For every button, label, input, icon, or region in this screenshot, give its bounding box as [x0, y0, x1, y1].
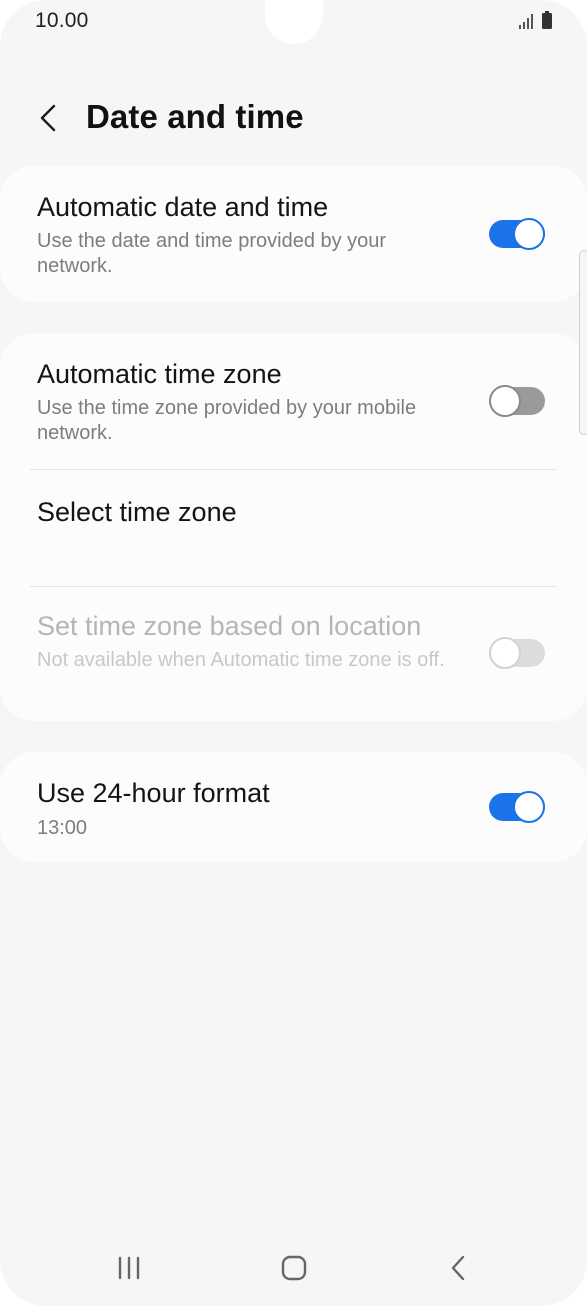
- nav-back-button[interactable]: [439, 1250, 479, 1286]
- location-time-zone-toggle: [489, 637, 545, 669]
- automatic-date-time-subtitle: Use the date and time provided by your n…: [37, 230, 387, 277]
- battery-icon: [542, 11, 552, 29]
- use-24-hour-toggle[interactable]: [489, 791, 545, 823]
- recent-apps-button[interactable]: [109, 1250, 149, 1286]
- use-24-hour-subtitle: 13:00: [37, 817, 88, 839]
- status-time: 10.00: [35, 9, 89, 32]
- back-button[interactable]: [28, 98, 68, 138]
- automatic-time-zone-toggle[interactable]: [489, 385, 545, 417]
- toggle-knob: [489, 637, 521, 669]
- toggle-knob: [513, 218, 545, 250]
- location-time-zone-subtitle: Not available when Automatic time zone i…: [37, 649, 445, 671]
- recent-apps-icon: [118, 1256, 140, 1280]
- back-icon: [451, 1255, 465, 1281]
- automatic-date-time-row[interactable]: Automatic date and time Use the date and…: [0, 166, 587, 302]
- home-button[interactable]: [274, 1250, 314, 1286]
- automatic-date-time-toggle[interactable]: [489, 218, 545, 250]
- status-bar: 10.00: [0, 0, 587, 44]
- select-time-zone-row[interactable]: Select time zone: [0, 470, 587, 586]
- toggle-knob: [489, 385, 521, 417]
- location-time-zone-row: Set time zone based on location Not avai…: [0, 587, 587, 721]
- card-24-hour-format: Use 24-hour format 13:00: [0, 752, 587, 862]
- page-header: Date and time: [0, 88, 587, 148]
- home-icon: [281, 1255, 307, 1281]
- location-time-zone-title: Set time zone based on location: [37, 611, 422, 641]
- scroll-indicator[interactable]: [579, 250, 587, 435]
- automatic-time-zone-subtitle: Use the time zone provided by your mobil…: [37, 397, 417, 444]
- navigation-bar: [0, 1240, 587, 1296]
- automatic-date-time-title: Automatic date and time: [37, 192, 329, 222]
- card-time-zone: Automatic time zone Use the time zone pr…: [0, 333, 587, 721]
- toggle-knob: [513, 791, 545, 823]
- phone-screen: 10.00 Date and time Automatic date and t…: [0, 0, 587, 1306]
- use-24-hour-title: Use 24-hour format: [37, 778, 270, 808]
- use-24-hour-row[interactable]: Use 24-hour format 13:00: [0, 752, 587, 862]
- card-automatic-date-time: Automatic date and time Use the date and…: [0, 166, 587, 302]
- automatic-time-zone-row[interactable]: Automatic time zone Use the time zone pr…: [0, 333, 587, 469]
- select-time-zone-title: Select time zone: [37, 497, 237, 527]
- page-title: Date and time: [86, 98, 304, 135]
- chevron-left-icon: [40, 104, 56, 132]
- signal-icon: [519, 14, 533, 29]
- automatic-time-zone-title: Automatic time zone: [37, 359, 282, 389]
- camera-notch: [265, 0, 323, 44]
